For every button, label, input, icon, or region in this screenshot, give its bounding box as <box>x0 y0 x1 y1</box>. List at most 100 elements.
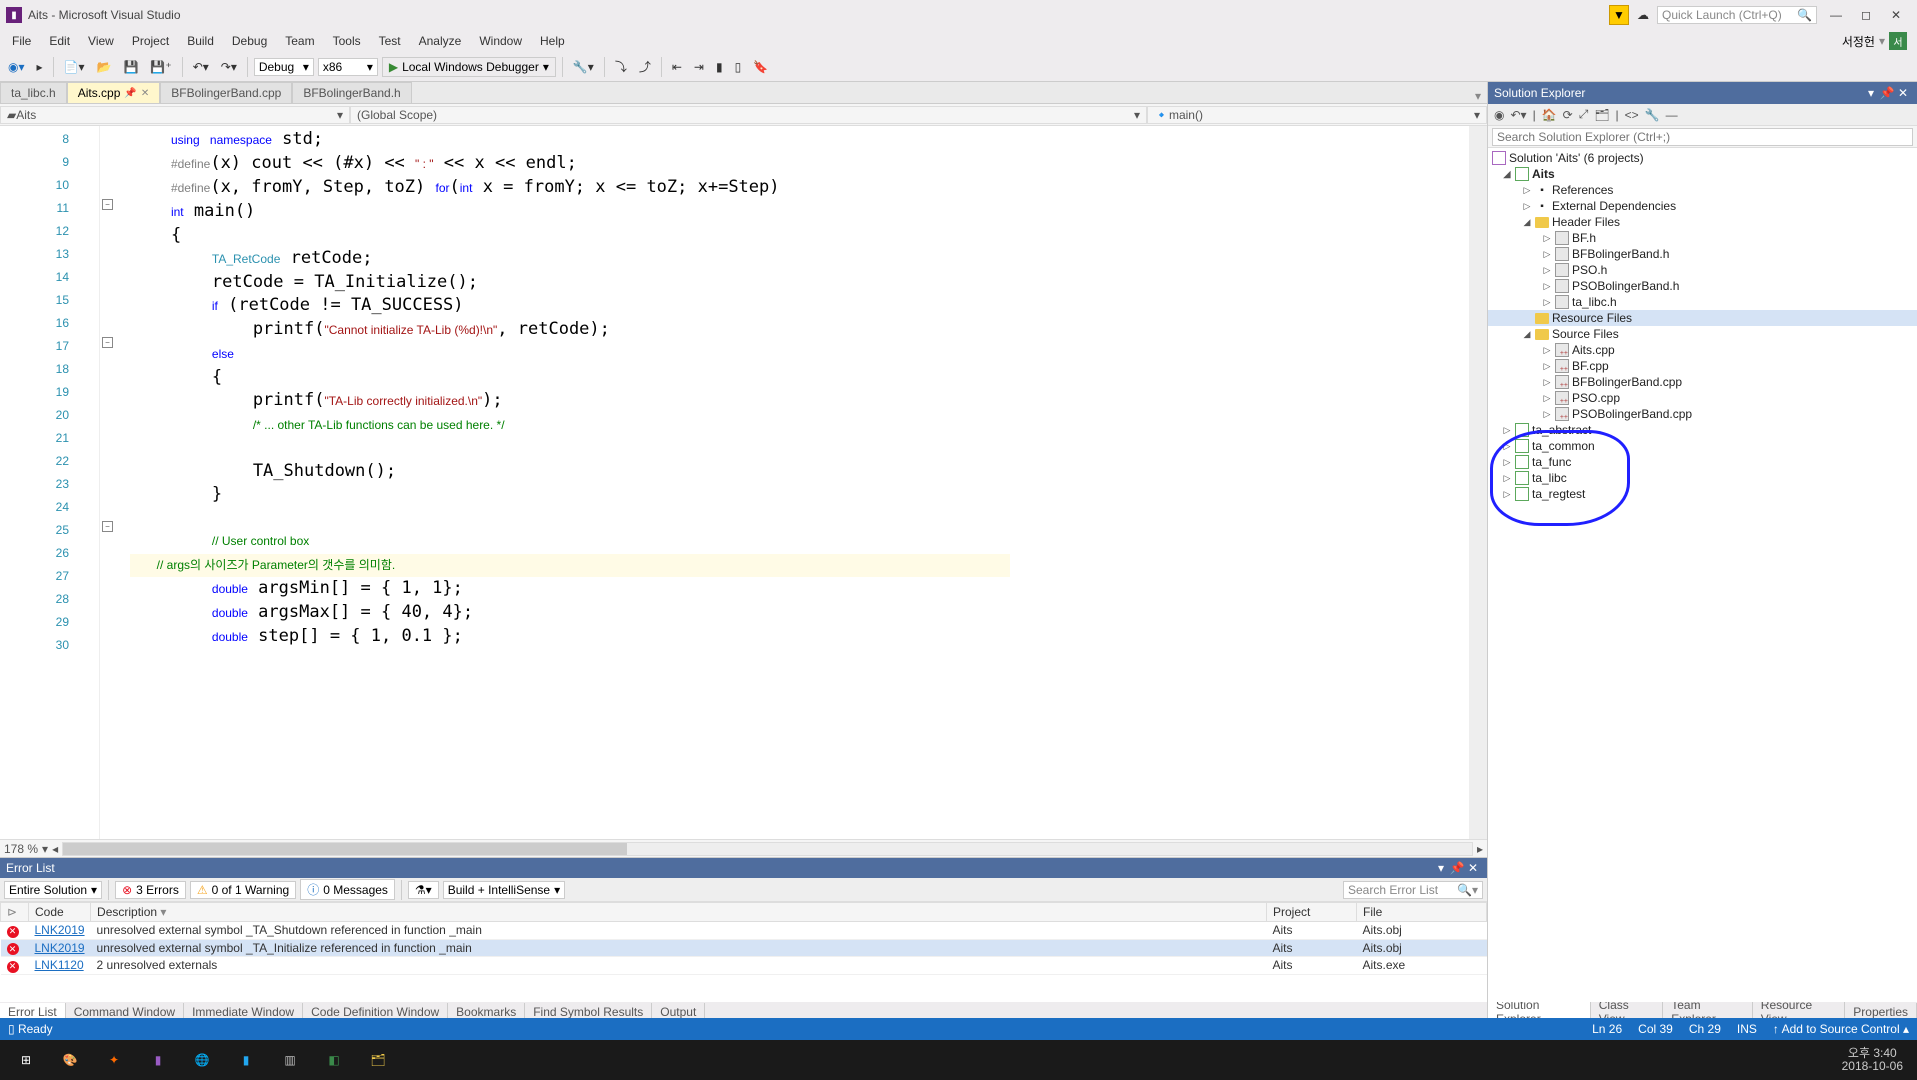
close-icon[interactable]: ✕ <box>141 88 149 99</box>
build-mode-select[interactable]: Build + IntelliSense▾ <box>443 881 565 899</box>
menu-analyze[interactable]: Analyze <box>411 32 470 50</box>
notification-badge[interactable]: ▼ <box>1609 5 1629 25</box>
menu-build[interactable]: Build <box>179 32 222 50</box>
se-properties-icon[interactable]: <> <box>1625 108 1639 122</box>
se-sync-icon[interactable]: 🏠 <box>1542 108 1557 122</box>
menu-project[interactable]: Project <box>124 32 177 50</box>
warnings-filter-button[interactable]: ⚠0 of 1 Warning <box>190 881 296 899</box>
error-table[interactable]: ⊳ Code Description ▾ Project File ✕ LNK2… <box>0 902 1487 1002</box>
project-ta-abstract[interactable]: ▷ta_abstract <box>1488 422 1917 438</box>
error-scope-select[interactable]: Entire Solution▾ <box>4 881 102 899</box>
tab-overflow-icon[interactable]: ▾ <box>1469 89 1487 103</box>
menu-window[interactable]: Window <box>471 32 530 50</box>
scroll-right-icon[interactable]: ▸ <box>1477 842 1483 856</box>
menu-team[interactable]: Team <box>277 32 322 50</box>
taskbar-vs[interactable]: ▮ <box>136 1040 180 1080</box>
se-collapse-icon[interactable]: ⤢ <box>1579 107 1589 122</box>
save-all-button[interactable]: 💾⁺ <box>146 58 175 76</box>
step-button[interactable]: ⤵ <box>611 56 631 77</box>
source-file[interactable]: ▷PSO.cpp <box>1488 390 1917 406</box>
taskbar-explorer[interactable]: 🗂 <box>356 1040 400 1080</box>
messages-filter-button[interactable]: ⓘ0 Messages <box>300 879 395 900</box>
taskbar-app[interactable]: 🎨 <box>48 1040 92 1080</box>
error-row[interactable]: ✕ LNK2019 unresolved external symbol _TA… <box>1 939 1487 957</box>
error-search-input[interactable]: Search Error List🔍▾ <box>1343 881 1483 899</box>
filter-icon-button[interactable]: ⚗▾ <box>408 881 439 899</box>
open-file-button[interactable]: 📂 <box>93 58 116 76</box>
minimize-button[interactable]: — <box>1821 5 1851 25</box>
user-name[interactable]: 서정헌 <box>1842 33 1875 50</box>
source-file[interactable]: ▷PSOBolingerBand.cpp <box>1488 406 1917 422</box>
se-refresh-icon[interactable]: ⟳ <box>1563 108 1573 122</box>
indent-left-button[interactable]: ⇤ <box>668 58 686 76</box>
config-select[interactable]: Debug▾ <box>254 58 314 76</box>
project-ta-regtest[interactable]: ▷ta_regtest <box>1488 486 1917 502</box>
source-file[interactable]: ▷BFBolingerBand.cpp <box>1488 374 1917 390</box>
se-view-icon[interactable]: 🔧 <box>1645 108 1660 122</box>
quick-launch-input[interactable]: Quick Launch (Ctrl+Q)🔍 <box>1657 6 1817 24</box>
header-file[interactable]: ▷BF.h <box>1488 230 1917 246</box>
redo-button[interactable]: ↷▾ <box>217 58 241 76</box>
tab-ta-libc-h[interactable]: ta_libc.h <box>0 82 67 103</box>
resource-files-folder[interactable]: Resource Files <box>1488 310 1917 326</box>
col-description[interactable]: Description ▾ <box>91 903 1267 922</box>
tab-bfbolingerband-cpp[interactable]: BFBolingerBand.cpp <box>160 82 292 103</box>
taskbar-chrome[interactable]: 🌐 <box>180 1040 224 1080</box>
h-scrollbar[interactable] <box>62 842 1473 856</box>
se-show-all-icon[interactable]: 🗂 <box>1594 108 1609 122</box>
menu-tools[interactable]: Tools <box>325 32 369 50</box>
panel-menu-icon[interactable]: ▾ <box>1863 86 1879 100</box>
taskbar-app[interactable]: ▥ <box>268 1040 312 1080</box>
scroll-left-icon[interactable]: ◂ <box>52 842 58 856</box>
menu-edit[interactable]: Edit <box>41 32 78 50</box>
project-scope-select[interactable]: ▰ Aits▾ <box>0 106 350 124</box>
user-avatar[interactable]: 서 <box>1889 32 1907 50</box>
menu-test[interactable]: Test <box>371 32 409 50</box>
solution-node[interactable]: Solution 'Aits' (6 projects) <box>1488 150 1917 166</box>
comment-button[interactable]: ▮ <box>712 58 727 76</box>
header-file[interactable]: ▷ta_libc.h <box>1488 294 1917 310</box>
errors-filter-button[interactable]: ⊗3 Errors <box>115 881 186 899</box>
panel-close-icon[interactable]: ✕ <box>1895 86 1911 100</box>
project-ta-func[interactable]: ▷ta_func <box>1488 454 1917 470</box>
menu-file[interactable]: File <box>4 32 39 50</box>
pin-icon[interactable]: 📌 <box>124 88 136 99</box>
source-file[interactable]: ▷BF.cpp <box>1488 358 1917 374</box>
system-clock[interactable]: 오후 3:40 2018-10-06 <box>1832 1047 1913 1073</box>
platform-select[interactable]: x86▾ <box>318 58 378 76</box>
project-aits[interactable]: ◢Aits <box>1488 166 1917 182</box>
taskbar-app[interactable]: ◧ <box>312 1040 356 1080</box>
col-project[interactable]: Project <box>1267 903 1357 922</box>
new-file-button[interactable]: 📄▾ <box>60 58 89 76</box>
error-row[interactable]: ✕ LNK2019 unresolved external symbol _TA… <box>1 922 1487 940</box>
class-scope-select[interactable]: (Global Scope)▾ <box>350 106 1147 124</box>
col-code[interactable]: Code <box>29 903 91 922</box>
start-button[interactable]: ⊞ <box>4 1040 48 1080</box>
function-scope-select[interactable]: 🔹 main()▾ <box>1147 106 1487 124</box>
forward-button[interactable]: ▸ <box>33 58 47 76</box>
tab-bfbolingerband-h[interactable]: BFBolingerBand.h <box>292 82 411 103</box>
source-file[interactable]: ▷Aits.cpp <box>1488 342 1917 358</box>
panel-pin-icon[interactable]: 📌 <box>1449 861 1465 875</box>
maximize-button[interactable]: ◻ <box>1851 5 1881 25</box>
panel-pin-icon[interactable]: 📌 <box>1879 86 1895 100</box>
header-files-folder[interactable]: ◢Header Files <box>1488 214 1917 230</box>
menu-view[interactable]: View <box>80 32 122 50</box>
project-ta-libc[interactable]: ▷ta_libc <box>1488 470 1917 486</box>
save-button[interactable]: 💾 <box>119 58 142 76</box>
undo-button[interactable]: ↶▾ <box>189 58 213 76</box>
se-search[interactable] <box>1488 126 1917 148</box>
header-file[interactable]: ▷PSOBolingerBand.h <box>1488 278 1917 294</box>
taskbar-vscode[interactable]: ▮ <box>224 1040 268 1080</box>
se-home-icon[interactable]: ◉ <box>1494 108 1504 122</box>
project-ta-common[interactable]: ▷ta_common <box>1488 438 1917 454</box>
source-files-folder[interactable]: ◢Source Files <box>1488 326 1917 342</box>
se-more-icon[interactable]: — <box>1666 108 1678 122</box>
se-back-icon[interactable]: ↶▾ <box>1510 108 1526 122</box>
col-icon[interactable]: ⊳ <box>1 903 29 922</box>
indent-right-button[interactable]: ⇥ <box>690 58 708 76</box>
taskbar-app[interactable]: ✦ <box>92 1040 136 1080</box>
start-debug-button[interactable]: ▶Local Windows Debugger▾ <box>382 57 556 77</box>
external-deps-node[interactable]: ▷▪External Dependencies <box>1488 198 1917 214</box>
bookmark-button[interactable]: 🔖 <box>749 58 772 76</box>
